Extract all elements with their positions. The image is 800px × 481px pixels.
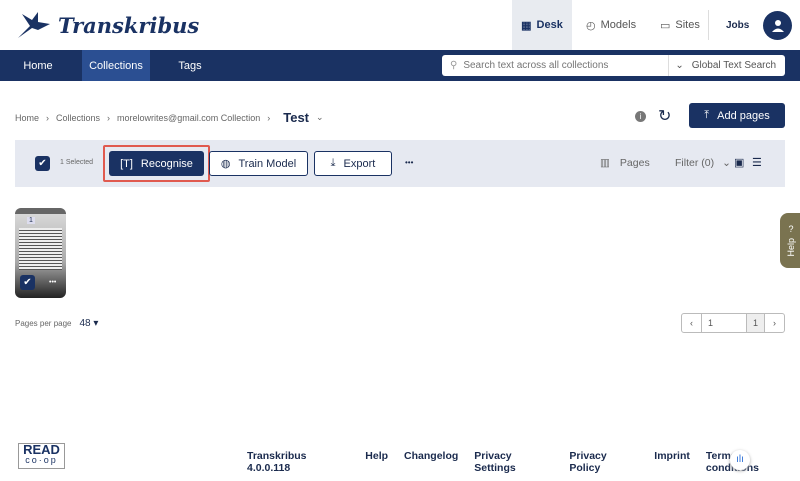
models-icon: ◴: [586, 19, 596, 32]
prev-page-button[interactable]: ‹: [682, 314, 702, 332]
page-more-button[interactable]: •••: [49, 279, 56, 286]
terms-link[interactable]: Terms & conditions: [706, 450, 800, 474]
page-image: [19, 228, 62, 270]
nav-tags[interactable]: Tags: [172, 50, 208, 81]
tab-jobs[interactable]: Jobs: [726, 0, 749, 50]
footer-help-link[interactable]: Help: [365, 450, 388, 474]
nav-collections[interactable]: Collections: [82, 50, 150, 81]
total-pages: 1: [746, 314, 764, 332]
select-all-checkbox[interactable]: ✔: [35, 156, 50, 171]
tab-models[interactable]: ◴ Models: [586, 0, 636, 50]
collection-title[interactable]: Test: [283, 110, 309, 125]
user-icon: [771, 19, 784, 32]
page-toolbar: ✔ 1 Selected [T] Recognise ◍ Train Model ⤓…: [15, 140, 785, 187]
nav-home[interactable]: Home: [15, 50, 61, 81]
chevron-down-icon[interactable]: ⌄: [316, 112, 324, 123]
user-avatar[interactable]: [763, 11, 792, 40]
bird-logo-icon: [18, 12, 50, 38]
imprint-link[interactable]: Imprint: [654, 450, 690, 474]
privacy-policy-link[interactable]: Privacy Policy: [569, 450, 638, 474]
global-search: ⚲ ⌄Global Text Search: [442, 55, 785, 76]
crumb-collection[interactable]: morelowrites@gmail.com Collection: [117, 113, 260, 123]
export-button[interactable]: ⤓ Export: [314, 151, 392, 176]
header: Transkribus ▦ Desk ◴ Models ▭ Sites Jobs: [0, 0, 800, 50]
pagination: ‹ 1 1 ›: [681, 313, 785, 333]
version-label: Transkribus 4.0.0.118: [247, 450, 307, 474]
add-pages-button[interactable]: ⤒ Add pages: [689, 103, 785, 128]
train-icon: ◍: [220, 158, 231, 170]
download-icon: ⤓: [330, 157, 336, 169]
train-model-button[interactable]: ◍ Train Model: [209, 151, 308, 176]
selected-count: 1 Selected: [60, 159, 94, 166]
tab-desk[interactable]: ▦ Desk: [512, 0, 572, 50]
book-icon: ▥: [600, 157, 610, 169]
upload-icon: ⤒: [704, 109, 710, 121]
recognise-icon: [T]: [120, 157, 133, 170]
tab-sites[interactable]: ▭ Sites: [660, 0, 700, 50]
more-options-button[interactable]: •••: [405, 158, 413, 167]
sites-icon: ▭: [660, 19, 671, 32]
page-number: 1: [27, 217, 35, 224]
divider: [708, 10, 709, 40]
history-icon[interactable]: ↻: [658, 106, 671, 126]
list-view-icon[interactable]: ☰: [752, 156, 762, 169]
info-icon[interactable]: i: [635, 111, 646, 122]
breadcrumb: Home › Collections › morelowrites@gmail.co…: [15, 110, 324, 125]
chevron-down-icon: ⌄: [675, 60, 684, 71]
app-logo[interactable]: Transkribus: [16, 10, 199, 40]
recognise-button[interactable]: [T] Recognise: [109, 151, 204, 176]
chevron-down-icon: ⌄: [722, 157, 731, 169]
page-checkbox[interactable]: ✔: [20, 275, 35, 290]
pages-per-page-select[interactable]: 48 ▾: [80, 318, 99, 329]
read-coop-logo[interactable]: READ co·op: [18, 443, 65, 469]
footer-links: Transkribus 4.0.0.118 Help Changelog Pri…: [247, 450, 800, 474]
filter-dropdown[interactable]: Filter (0) ⌄: [675, 157, 731, 169]
search-mode-select[interactable]: ⌄ Global Text Search: [668, 55, 776, 76]
search-input[interactable]: [463, 60, 669, 71]
help-icon: ?: [788, 224, 794, 235]
help-tab[interactable]: ? Help: [780, 213, 800, 268]
crumb-home[interactable]: Home: [15, 113, 39, 123]
next-page-button[interactable]: ›: [764, 314, 784, 332]
page-input[interactable]: 1: [702, 314, 746, 332]
grid-view-icon[interactable]: ▣: [734, 156, 744, 169]
page-thumbnail[interactable]: 1 ✔ •••: [15, 208, 66, 298]
voice-widget-icon[interactable]: ılı: [730, 450, 750, 470]
pages-per-page: Pages per page 48 ▾: [15, 318, 99, 329]
changelog-link[interactable]: Changelog: [404, 450, 458, 474]
crumb-collections[interactable]: Collections: [56, 113, 100, 123]
search-icon: ⚲: [450, 60, 458, 71]
pages-view-toggle[interactable]: ▥ Pages: [600, 157, 650, 169]
privacy-settings-link[interactable]: Privacy Settings: [474, 450, 553, 474]
desk-icon: ▦: [521, 19, 532, 32]
